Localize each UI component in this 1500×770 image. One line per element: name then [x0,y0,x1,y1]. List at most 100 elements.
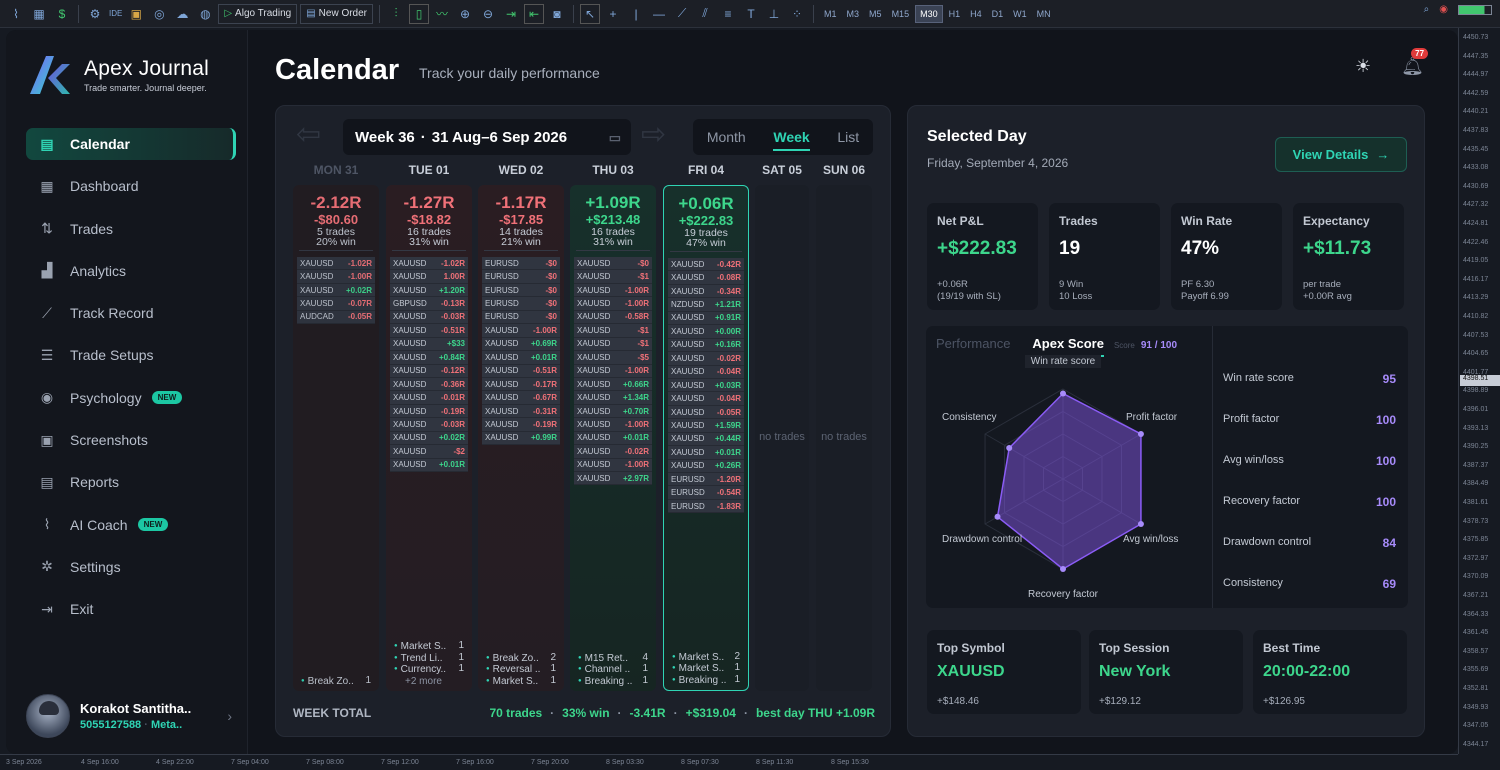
profiles-icon[interactable]: ▦ [29,4,49,24]
timeframe-m15[interactable]: M15 [888,5,914,23]
money-icon[interactable]: $ [52,4,72,24]
zoom-out-icon[interactable]: ⊖ [478,4,498,24]
trade-row[interactable]: XAUUSD -0.08R [668,271,744,285]
trade-row[interactable]: XAUUSD -0.04R [668,365,744,379]
sidebar-item-ai-coach[interactable]: ⌇ AI Coach NEW [26,509,236,541]
trade-row[interactable]: GBPUSD -0.13R [390,297,468,311]
trade-row[interactable]: XAUUSD -0.03R [390,418,468,432]
trade-row[interactable]: XAUUSD -1.00R [297,270,375,284]
shapes-icon[interactable]: ⁘ [787,4,807,24]
sidebar-item-screenshots[interactable]: ▣ Screenshots [26,424,236,456]
next-week-icon[interactable]: ⇨ [641,120,679,154]
trade-row[interactable]: XAUUSD +0.91R [668,311,744,326]
trade-row[interactable]: XAUUSD -0.51R [482,364,560,378]
trade-row[interactable]: XAUUSD -0.04R [668,392,744,406]
trade-row[interactable]: XAUUSD -$5 [574,351,652,365]
timeframe-d1[interactable]: D1 [988,5,1008,23]
trade-row[interactable]: XAUUSD +0.26R [668,459,744,473]
day-column[interactable]: no trades [816,185,872,691]
sidebar-item-dashboard[interactable]: ▦ Dashboard [26,170,236,202]
sidebar-item-trades[interactable]: ⇅ Trades [26,213,236,245]
trade-row[interactable]: XAUUSD +0.03R [668,378,744,393]
trade-row[interactable]: XAUUSD -0.02R [574,445,652,459]
new-order-button[interactable]: ▤ New Order [300,3,374,24]
zoom-in-icon[interactable]: ⊕ [455,4,475,24]
sidebar-item-analytics[interactable]: ▟ Analytics [26,255,236,287]
screenshot-icon[interactable]: ◙ [547,4,567,24]
text-icon[interactable]: T [741,4,761,24]
trade-row[interactable]: XAUUSD -0.36R [390,377,468,392]
trade-row[interactable]: XAUUSD +0.02R [390,431,468,446]
trade-row[interactable]: XAUUSD -1.00R [482,324,560,338]
day-column[interactable]: -1.27R -$18.82 16 trades 31% win XAUUSD -1.02… [386,185,472,691]
trade-row[interactable]: XAUUSD -$0 [574,257,652,271]
trade-row[interactable]: EURUSD -$0 [482,257,560,271]
line-chart-icon[interactable]: 〰 [432,4,452,24]
trade-row[interactable]: XAUUSD -1.00R [574,458,652,472]
trendline-icon[interactable]: ⟋ [672,4,692,24]
timeframe-m5[interactable]: M5 [865,5,886,23]
day-column[interactable]: -1.17R -$17.85 14 trades 21% win EURUSD -$0 EU… [478,185,564,691]
trade-row[interactable]: XAUUSD +0.01R [574,431,652,446]
trade-row[interactable]: XAUUSD -1.02R [390,257,468,271]
trade-row[interactable]: XAUUSD -0.67R [482,391,560,405]
crosshair-icon[interactable]: + [603,4,623,24]
trade-row[interactable]: XAUUSD -0.34R [668,284,744,299]
trade-row[interactable]: NZDUSD +1.21R [668,298,744,312]
calendar-picker-icon[interactable]: ▭ [609,130,621,146]
trade-row[interactable]: EURUSD -0.54R [668,486,744,500]
candles-icon[interactable]: ▯ [409,3,430,24]
theme-toggle-icon[interactable]: ☀ [1355,56,1371,77]
trade-row[interactable]: XAUUSD +0.00R [668,325,744,339]
chevron-right-icon[interactable]: › [227,708,232,724]
trade-row[interactable]: XAUUSD -1.02R [297,257,375,271]
scroll-icon[interactable]: ⇥ [501,4,521,24]
trade-row[interactable]: XAUUSD 1.00R [390,270,468,284]
day-column[interactable]: -2.12R -$80.60 5 trades 20% win XAUUSD -1.02R… [293,185,379,691]
prev-week-icon[interactable]: ⇦ [296,120,334,154]
trade-row[interactable]: XAUUSD -0.58R [574,310,652,325]
trade-row[interactable]: XAUUSD -0.19R [482,418,560,432]
hline-icon[interactable]: — [649,4,669,24]
trade-row[interactable]: XAUUSD -0.12R [390,364,468,378]
trade-row[interactable]: XAUUSD +$33 [390,337,468,352]
trade-row[interactable]: XAUUSD +1.59R [668,419,744,433]
trade-row[interactable]: XAUUSD -$1 [574,324,652,338]
view-week[interactable]: Week [773,129,810,151]
channel-icon[interactable]: ⫽ [695,4,715,24]
view-details-button[interactable]: View Details → [1275,137,1407,172]
trade-row[interactable]: XAUUSD +0.02R [297,283,375,298]
sidebar-item-settings[interactable]: ✲ Settings [26,551,236,583]
trade-row[interactable]: XAUUSD -0.17R [482,377,560,392]
cloud-icon[interactable]: ☁ [172,4,192,24]
trade-row[interactable]: EURUSD -1.83R [668,499,744,514]
trade-row[interactable]: XAUUSD +0.84R [390,351,468,365]
trade-row[interactable]: XAUUSD +1.34R [574,391,652,405]
ide-button[interactable]: IDE [108,4,123,24]
bar-chart-toggle-icon[interactable]: ⫶ [386,4,406,24]
day-column[interactable]: no trades [755,185,809,691]
view-month[interactable]: Month [707,129,746,145]
trade-row[interactable]: XAUUSD -$1 [574,337,652,352]
sidebar-item-calendar[interactable]: ▤ Calendar [26,128,236,160]
tab-performance[interactable]: Performance [936,336,1010,351]
trade-row[interactable]: XAUUSD -0.03R [390,310,468,325]
week-selector[interactable]: Week 36 · 31 Aug–6 Sep 2026 ▭ [343,119,631,155]
timeframe-m1[interactable]: M1 [820,5,841,23]
sidebar-item-track-record[interactable]: ⟋ Track Record [26,297,236,329]
timeframe-h1[interactable]: H1 [945,5,965,23]
avatar[interactable] [26,694,70,738]
timeframe-m3[interactable]: M3 [843,5,864,23]
timeframe-h4[interactable]: H4 [966,5,986,23]
trade-row[interactable]: EURUSD -$0 [482,283,560,298]
trade-row[interactable]: XAUUSD -$2 [390,445,468,459]
timeframe-mn[interactable]: MN [1033,5,1055,23]
brand[interactable]: Apex Journal Trade smarter. Journal deep… [26,52,209,98]
trade-row[interactable]: XAUUSD -1.00R [574,283,652,298]
trade-row[interactable]: XAUUSD +0.69R [482,337,560,352]
trade-row[interactable]: EURUSD -$0 [482,310,560,325]
trade-row[interactable]: XAUUSD -0.51R [390,324,468,338]
algo-trading-button[interactable]: ▷ Algo Trading [218,3,298,24]
trade-row[interactable]: XAUUSD -1.00R [574,364,652,378]
fibo-icon[interactable]: ≡ [718,4,738,24]
